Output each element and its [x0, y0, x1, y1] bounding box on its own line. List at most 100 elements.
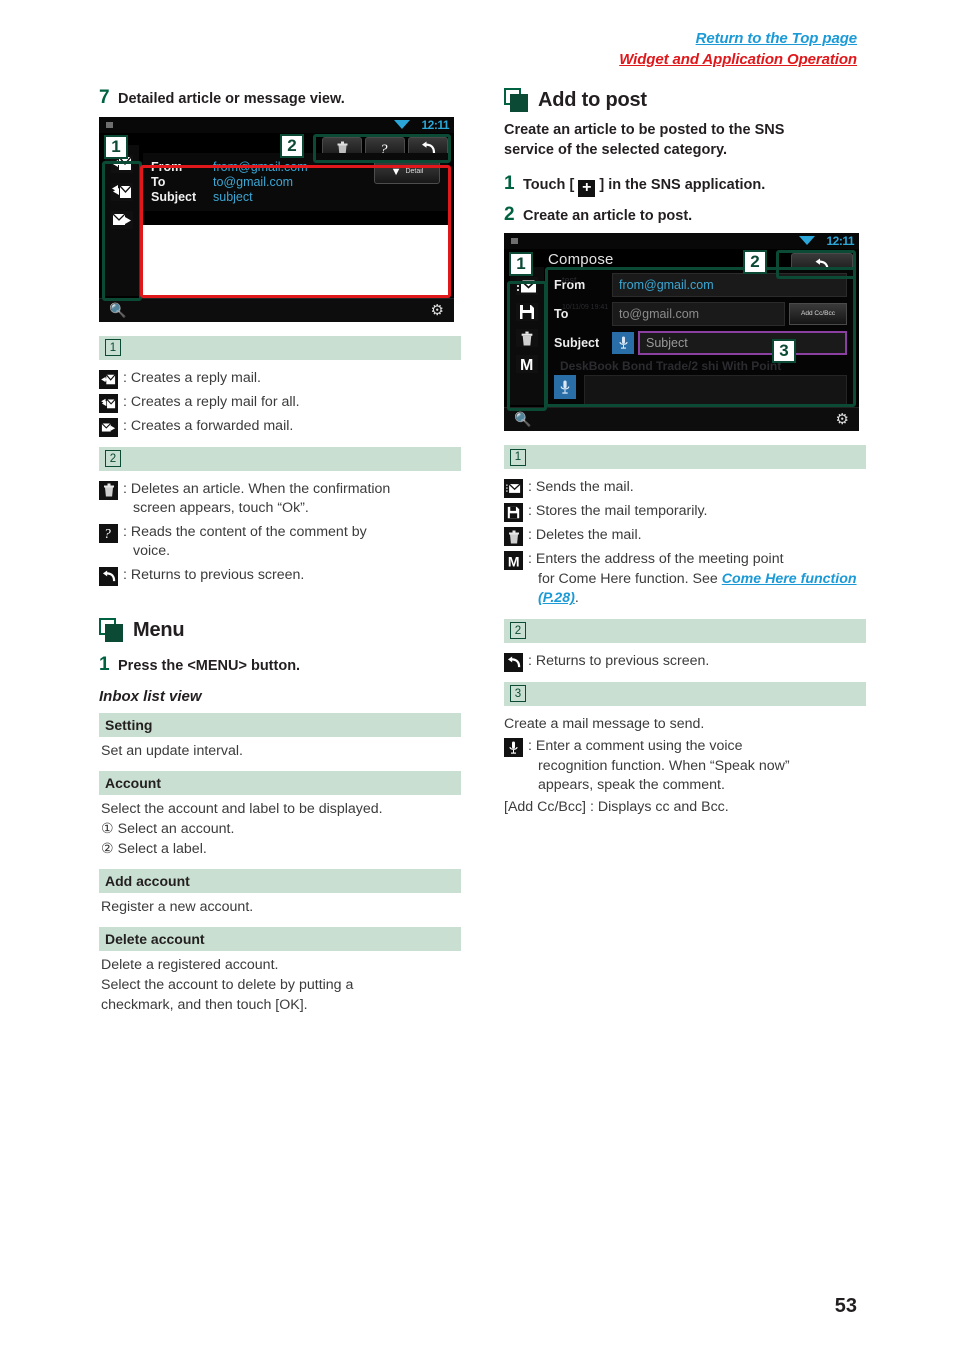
wifi-icon — [394, 119, 410, 129]
book-icon — [99, 617, 124, 643]
menu-row-line: ① Select an account. — [101, 820, 235, 837]
list-item-label: : Enters the address of the meeting poin… — [528, 550, 866, 609]
list-item-label: : Creates a reply mail for all. — [123, 393, 300, 410]
list-item-line-2: for Come Here function. See Come Here fu… — [528, 570, 866, 609]
notification-square-icon — [106, 121, 113, 128]
right-column: Add to post Create an article to be post… — [504, 88, 866, 821]
search-folder-icon[interactable]: 🔍 — [514, 411, 531, 428]
list-item-label: : Reads the content of the comment by vo… — [123, 523, 461, 562]
legend-bar-3: 3 — [504, 681, 866, 706]
status-clock: 12:11 — [421, 117, 449, 132]
callout-region-1 — [102, 160, 142, 301]
menu-row-header-account: Account — [99, 770, 461, 795]
callout-region-1 — [507, 281, 547, 412]
list-item-label: : Sends the mail. — [528, 479, 634, 496]
trash-icon — [504, 527, 523, 547]
step-title: Press the <MENU> button. — [118, 657, 301, 674]
device-screenshot-detail-view: 12:11 ? From from@gmail.com To to@gmail.… — [99, 116, 454, 322]
legend-list-1: : Creates a reply mail. : Creates a repl… — [99, 369, 461, 437]
widget-application-operation-link[interactable]: Widget and Application Operation — [619, 49, 857, 70]
legend-number: 1 — [105, 339, 121, 357]
menu-row-line: Select the account and label to be displ… — [101, 800, 383, 817]
list-item-label: : Returns to previous screen. — [123, 566, 305, 583]
mic-line-1: : Enter a comment using the voice — [528, 738, 743, 755]
step-number: 1 — [504, 173, 515, 194]
menu-row-body-delete-account: Delete a registered account. Select the … — [99, 951, 461, 1017]
notification-square-icon — [511, 238, 518, 245]
return-to-top-link[interactable]: Return to the Top page — [619, 28, 858, 49]
device-screenshot-compose: 12:11 Compose M From from@gmail.com test… — [504, 233, 859, 432]
menu-row-line: checkmark, and then touch [OK]. — [101, 996, 308, 1013]
list-item-label: : Returns to previous screen. — [528, 652, 710, 669]
list-item-label: : Enter a comment using the voice recogn… — [528, 737, 866, 796]
menu-row-header-setting: Setting — [99, 712, 461, 737]
callout-region-pane — [140, 164, 451, 298]
menu-row-line: Set an update interval. — [101, 742, 243, 759]
list-item: : Deletes the mail. — [504, 526, 866, 547]
menu-row-line: ② Select a label. — [101, 840, 207, 857]
menu-step-1: 1 Press the <MENU> button. — [99, 653, 461, 676]
list-item-line-2: voice. — [133, 543, 171, 560]
period-text: . — [574, 590, 579, 607]
search-folder-icon[interactable]: 🔍 — [109, 302, 126, 319]
page-number: 53 — [834, 1295, 857, 1317]
trash-icon — [99, 480, 118, 500]
callout-region-2 — [313, 133, 451, 163]
list-item: : Returns to previous screen. — [99, 566, 461, 586]
list-item-line-2: screen appears, touch “Ok”. — [133, 500, 309, 517]
reply-mail-icon — [99, 369, 118, 389]
section-title: Menu — [133, 618, 185, 641]
step-title: Touch [ + ] in the SNS application. — [523, 176, 765, 197]
list-item: : Stores the mail temporarily. — [504, 502, 866, 523]
compose-title: Compose — [548, 251, 614, 269]
inbox-list-view-subtitle: Inbox list view — [99, 687, 202, 705]
list-item-label: : Stores the mail temporarily. — [528, 503, 708, 520]
see-text: for Come Here function. See — [538, 570, 722, 587]
list-item-label: : Creates a reply mail. — [123, 369, 261, 386]
legend-bar-1: 1 — [504, 445, 866, 470]
add-to-post-heading: Add to post — [504, 88, 866, 113]
add-to-post-intro: Create an article to be posted to the SN… — [504, 120, 866, 160]
come-here-icon: M — [504, 551, 523, 571]
legend-number: 3 — [510, 685, 526, 703]
list-item: ? : Reads the content of the comment by … — [99, 523, 461, 562]
legend-list-1: : Sends the mail. : Stores the mail temp… — [504, 478, 866, 609]
list-item: : Deletes an article. When the confirmat… — [99, 480, 461, 519]
add-post-step-2: 2 Create an article to post. — [504, 203, 866, 226]
menu-section-heading: Menu — [99, 617, 461, 643]
forward-mail-icon — [99, 417, 118, 437]
list-item-label: : Creates a forwarded mail. — [123, 417, 294, 434]
menu-row-line: Select the account to delete by putting … — [101, 976, 354, 993]
left-column: 7 Detailed article or message view. 12:1… — [99, 87, 461, 1017]
mic-line-2: recognition function. When “Speak now” — [538, 757, 790, 774]
callout-badge-2: 2 — [743, 250, 767, 275]
step-number: 1 — [99, 653, 110, 675]
page-header: Return to the Top page Widget and Applic… — [619, 28, 857, 70]
device-status-bar: 12:11 — [504, 233, 859, 250]
menu-row-body-account: Select the account and label to be displ… — [99, 795, 461, 861]
list-item-label: : Deletes the mail. — [528, 527, 642, 544]
list-item: : Creates a reply mail for all. — [99, 393, 461, 413]
menu-row-body-setting: Set an update interval. — [99, 737, 461, 763]
list-item: : Sends the mail. — [504, 478, 866, 499]
mic-line-3: appears, speak the comment. — [538, 777, 725, 794]
return-icon — [504, 652, 523, 672]
save-icon — [504, 503, 523, 523]
device-bottom-bar: 🔍 ⚙ — [504, 407, 859, 432]
plus-icon: + — [578, 179, 596, 197]
intro-line-1: Create an article to be posted to the SN… — [504, 122, 785, 138]
callout-badge-1: 1 — [509, 252, 533, 277]
callout-badge-1: 1 — [104, 134, 128, 159]
legend-number: 2 — [105, 450, 121, 468]
menu-row-header-delete-account: Delete account — [99, 926, 461, 951]
list-item-line-1: : Reads the content of the comment by — [123, 523, 367, 540]
step-text-post: ] in the SNS application. — [599, 177, 766, 193]
callout-badge-2: 2 — [280, 133, 304, 158]
step-number: 2 — [504, 203, 515, 225]
menu-row-line: Delete a registered account. — [101, 956, 279, 973]
device-bottom-bar: 🔍 ⚙ — [99, 297, 454, 322]
menu-row-line: Register a new account. — [101, 898, 254, 915]
gear-icon[interactable]: ⚙ — [836, 410, 849, 428]
step-7-heading: 7 Detailed article or message view. — [99, 87, 461, 109]
gear-icon[interactable]: ⚙ — [431, 301, 444, 319]
